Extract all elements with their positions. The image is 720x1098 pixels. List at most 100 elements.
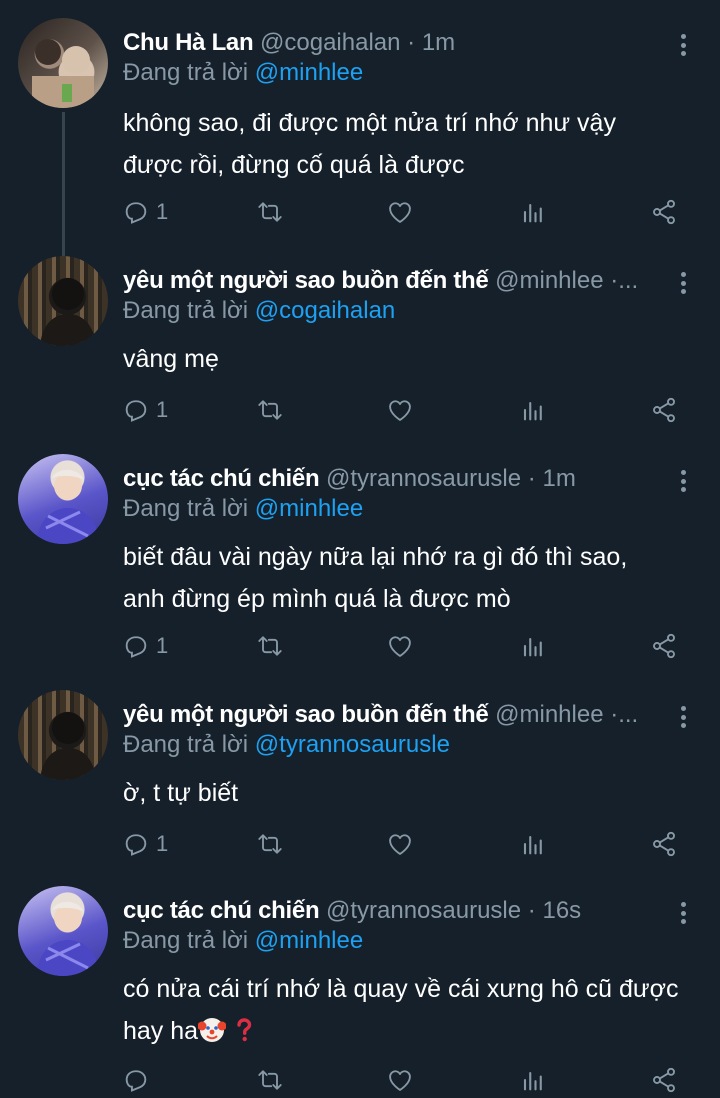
more-options-icon[interactable] — [672, 898, 694, 928]
tweet-actions: 1 — [0, 194, 720, 230]
avatar[interactable] — [18, 690, 108, 780]
share-button[interactable] — [650, 628, 678, 664]
reply-button[interactable]: 1 — [122, 392, 168, 428]
tweet-text-line: được rồi, đừng cố quá là được — [123, 151, 465, 179]
like-button[interactable] — [386, 826, 414, 862]
share-icon — [653, 397, 675, 423]
heart-icon — [389, 1070, 411, 1091]
tweet-text: có nửa cái trí nhớ là quay về cái xưng h… — [123, 968, 693, 1052]
thread-line — [62, 112, 65, 260]
reply-count: 1 — [156, 199, 169, 224]
timestamp[interactable]: 16s — [542, 897, 581, 924]
tweet[interactable]: yêu một người sao buồn đến thế @minhlee … — [0, 690, 720, 878]
replying-to: Đang trả lời @minhlee — [123, 494, 363, 524]
analytics-icon — [523, 401, 542, 421]
tweet-text: vâng mẹ — [123, 338, 693, 380]
reply-button[interactable]: 1 — [122, 194, 168, 230]
replying-label: Đang trả lời — [123, 59, 249, 86]
timestamp[interactable]: 1m — [542, 465, 575, 492]
red-question-mark-icon — [237, 1018, 252, 1042]
more-options-icon[interactable] — [672, 30, 694, 60]
retweet-icon — [258, 1070, 282, 1090]
retweet-button[interactable] — [256, 392, 284, 428]
truncation-ellipsis: ... — [618, 267, 639, 294]
truncation-ellipsis: ... — [618, 701, 639, 728]
reply-mention-link[interactable]: @tyrannosaurusle — [255, 731, 450, 758]
timestamp[interactable]: 1m — [422, 29, 455, 56]
separator-dot: · — [527, 897, 536, 924]
replying-label: Đang trả lời — [123, 297, 249, 324]
analytics-button[interactable] — [518, 194, 546, 230]
reply-count: 1 — [156, 633, 169, 658]
analytics-icon — [523, 637, 542, 657]
display-name[interactable]: cục tác chú chiến — [123, 897, 320, 924]
share-button[interactable] — [650, 826, 678, 862]
analytics-button[interactable] — [518, 1062, 546, 1098]
handle[interactable]: @tyrannosaurusle — [326, 897, 521, 924]
replying-label: Đang trả lời — [123, 927, 249, 954]
heart-icon — [389, 636, 411, 657]
analytics-button[interactable] — [518, 826, 546, 862]
reply-mention-link[interactable]: @minhlee — [255, 59, 363, 86]
handle[interactable]: @minhlee — [495, 701, 603, 728]
analytics-icon — [523, 203, 542, 223]
handle[interactable]: @minhlee — [495, 267, 603, 294]
analytics-button[interactable] — [518, 628, 546, 664]
photo-person-icon — [36, 902, 100, 976]
tweet-text-line: không sao, đi được một nửa trí nhớ như v… — [123, 109, 616, 137]
share-button[interactable] — [650, 194, 678, 230]
reply-button[interactable]: 1 — [122, 826, 168, 862]
separator-dot: · — [527, 465, 536, 492]
analytics-icon — [523, 835, 542, 855]
tweet-text-line: có nửa cái trí nhớ là quay về cái xưng h… — [123, 975, 679, 1003]
share-button[interactable] — [650, 1062, 678, 1098]
retweet-button[interactable] — [256, 1062, 284, 1098]
share-button[interactable] — [650, 392, 678, 428]
reply-mention-link[interactable]: @minhlee — [255, 927, 363, 954]
tweet-header: cục tác chú chiến @tyrannosaurusle · 1m — [123, 464, 670, 494]
heart-icon — [389, 400, 411, 421]
analytics-button[interactable] — [518, 392, 546, 428]
handle[interactable]: @cogaihalan — [260, 29, 400, 56]
retweet-icon — [258, 400, 282, 420]
display-name[interactable]: yêu một người sao buồn đến thế — [123, 267, 489, 294]
display-name[interactable]: cục tác chú chiến — [123, 465, 320, 492]
reply-icon — [125, 400, 147, 422]
reply-button[interactable]: 1 — [122, 628, 168, 664]
photo-group-icon — [32, 39, 94, 108]
more-options-icon[interactable] — [672, 466, 694, 496]
retweet-button[interactable] — [256, 194, 284, 230]
tweet[interactable]: cục tác chú chiến @tyrannosaurusle · 1m … — [0, 454, 720, 682]
more-options-icon[interactable] — [672, 268, 694, 298]
reply-mention-link[interactable]: @cogaihalan — [255, 297, 395, 324]
retweet-button[interactable] — [256, 628, 284, 664]
tweet[interactable]: yêu một người sao buồn đến thế @minhlee … — [0, 256, 720, 444]
display-name[interactable]: yêu một người sao buồn đến thế — [123, 701, 489, 728]
avatar[interactable] — [18, 454, 108, 544]
like-button[interactable] — [386, 1062, 414, 1098]
avatar[interactable] — [18, 18, 108, 108]
tweet-header: yêu một người sao buồn đến thế @minhlee … — [123, 700, 670, 730]
avatar[interactable] — [18, 256, 108, 346]
reply-button[interactable] — [122, 1062, 156, 1098]
like-button[interactable] — [386, 628, 414, 664]
heart-icon — [389, 202, 411, 223]
tweet[interactable]: Chu Hà Lan @cogaihalan · 1m Đang trả lời… — [0, 18, 720, 260]
more-options-icon[interactable] — [672, 702, 694, 732]
tweet-text: không sao, đi được một nửa trí nhớ như v… — [123, 102, 693, 186]
replying-to: Đang trả lời @cogaihalan — [123, 296, 395, 326]
display-name[interactable]: Chu Hà Lan — [123, 29, 254, 56]
reply-count: 1 — [156, 397, 169, 422]
reply-mention-link[interactable]: @minhlee — [255, 495, 363, 522]
like-button[interactable] — [386, 392, 414, 428]
heart-icon — [389, 834, 411, 855]
handle[interactable]: @tyrannosaurusle — [326, 465, 521, 492]
reply-icon — [125, 202, 147, 224]
reply-icon — [125, 834, 147, 856]
like-button[interactable] — [386, 194, 414, 230]
tweet[interactable]: cục tác chú chiến @tyrannosaurusle · 16s… — [0, 886, 720, 1098]
avatar[interactable] — [18, 886, 108, 976]
tweet-text-line: biết đâu vài ngày nữa lại nhớ ra gì đó t… — [123, 543, 628, 571]
retweet-button[interactable] — [256, 826, 284, 862]
share-icon — [653, 199, 675, 225]
